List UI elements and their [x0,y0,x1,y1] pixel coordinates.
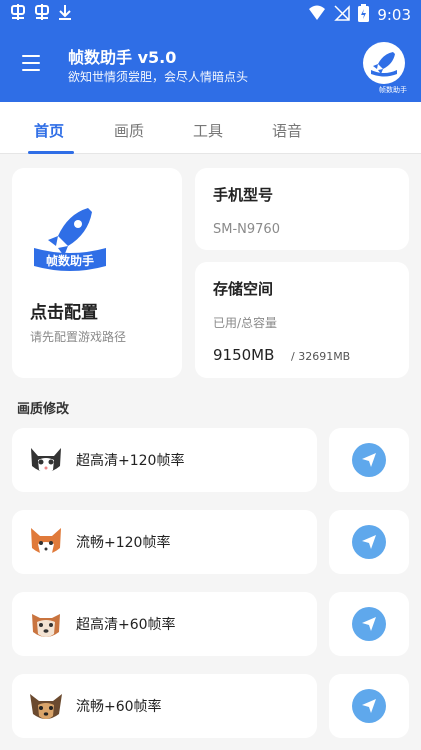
app-notification-icon [34,4,50,25]
send-icon [362,699,376,713]
tab-quality[interactable]: 画质 [114,120,144,141]
preset-label: 流畅+60帧率 [76,699,162,715]
app-logo-label: 帧数助手 [379,86,407,94]
config-title: 点击配置 [30,303,98,323]
app-subtitle: 欲知世情须尝胆，会尽人情暗点头 [68,70,249,84]
app-logo-large: 帧数助手 [30,206,110,276]
rocket-icon: 帧数助手 [34,208,106,271]
apply-preset-button[interactable] [352,689,386,723]
status-time: 9:03 [377,6,411,24]
preset-row[interactable]: 流畅+60帧率 [12,674,317,738]
phone-model-title: 手机型号 [213,186,274,204]
app-title: 帧数助手 v5.0 [68,48,177,67]
apply-button-card [329,510,409,574]
send-icon [362,617,376,631]
preset-label: 流畅+120帧率 [76,535,171,551]
menu-button[interactable] [22,55,40,71]
tab-bar: 首页 画质 工具 语音 [0,102,421,154]
config-subtitle: 请先配置游戏路径 [30,330,127,344]
tab-home[interactable]: 首页 [34,120,64,141]
dog-icon [26,604,66,644]
tab-tools[interactable]: 工具 [193,120,223,141]
puppy-icon [26,686,66,726]
wifi-icon [308,5,326,25]
status-bar: 9:03 [0,0,421,28]
download-icon [58,4,72,25]
apply-button-card [329,674,409,738]
storage-used: 9150MB [213,346,275,364]
preset-row[interactable]: 超高清+120帧率 [12,428,317,492]
fox-icon [26,522,66,562]
menu-icon-line [22,55,40,57]
app-notification-icon [10,4,26,25]
app-bar: 帧数助手 v5.0 欲知世情须尝胆，会尽人情暗点头 帧数助手 [0,28,421,102]
apply-button-card [329,592,409,656]
apply-preset-button[interactable] [352,443,386,477]
logo-text: 帧数助手 [46,253,94,268]
send-icon [362,535,376,549]
apply-button-card [329,428,409,492]
storage-label: 已用/总容量 [213,316,278,330]
preset-row[interactable]: 超高清+60帧率 [12,592,317,656]
battery-icon [358,4,370,26]
menu-icon-line [22,62,40,64]
preset-label: 超高清+60帧率 [76,617,176,633]
preset-label: 超高清+120帧率 [76,453,185,469]
cat-icon [26,440,66,480]
storage-total: / 32691MB [291,350,351,363]
config-card[interactable]: 帧数助手 点击配置 请先配置游戏路径 [12,168,182,378]
app-logo[interactable] [363,42,405,84]
storage-card: 存储空间 已用/总容量 9150MB / 32691MB [195,262,409,378]
phone-model-value: SM-N9760 [213,222,280,237]
section-title: 画质修改 [17,402,70,417]
storage-title: 存储空间 [213,280,274,298]
preset-row[interactable]: 流畅+120帧率 [12,510,317,574]
tab-voice[interactable]: 语音 [272,120,302,141]
tab-active-indicator [28,151,74,154]
apply-preset-button[interactable] [352,607,386,641]
menu-icon-line [22,69,40,71]
send-icon [362,453,376,467]
phone-model-card: 手机型号 SM-N9760 [195,168,409,250]
rocket-icon [371,52,397,77]
no-signal-icon [334,5,351,25]
apply-preset-button[interactable] [352,525,386,559]
